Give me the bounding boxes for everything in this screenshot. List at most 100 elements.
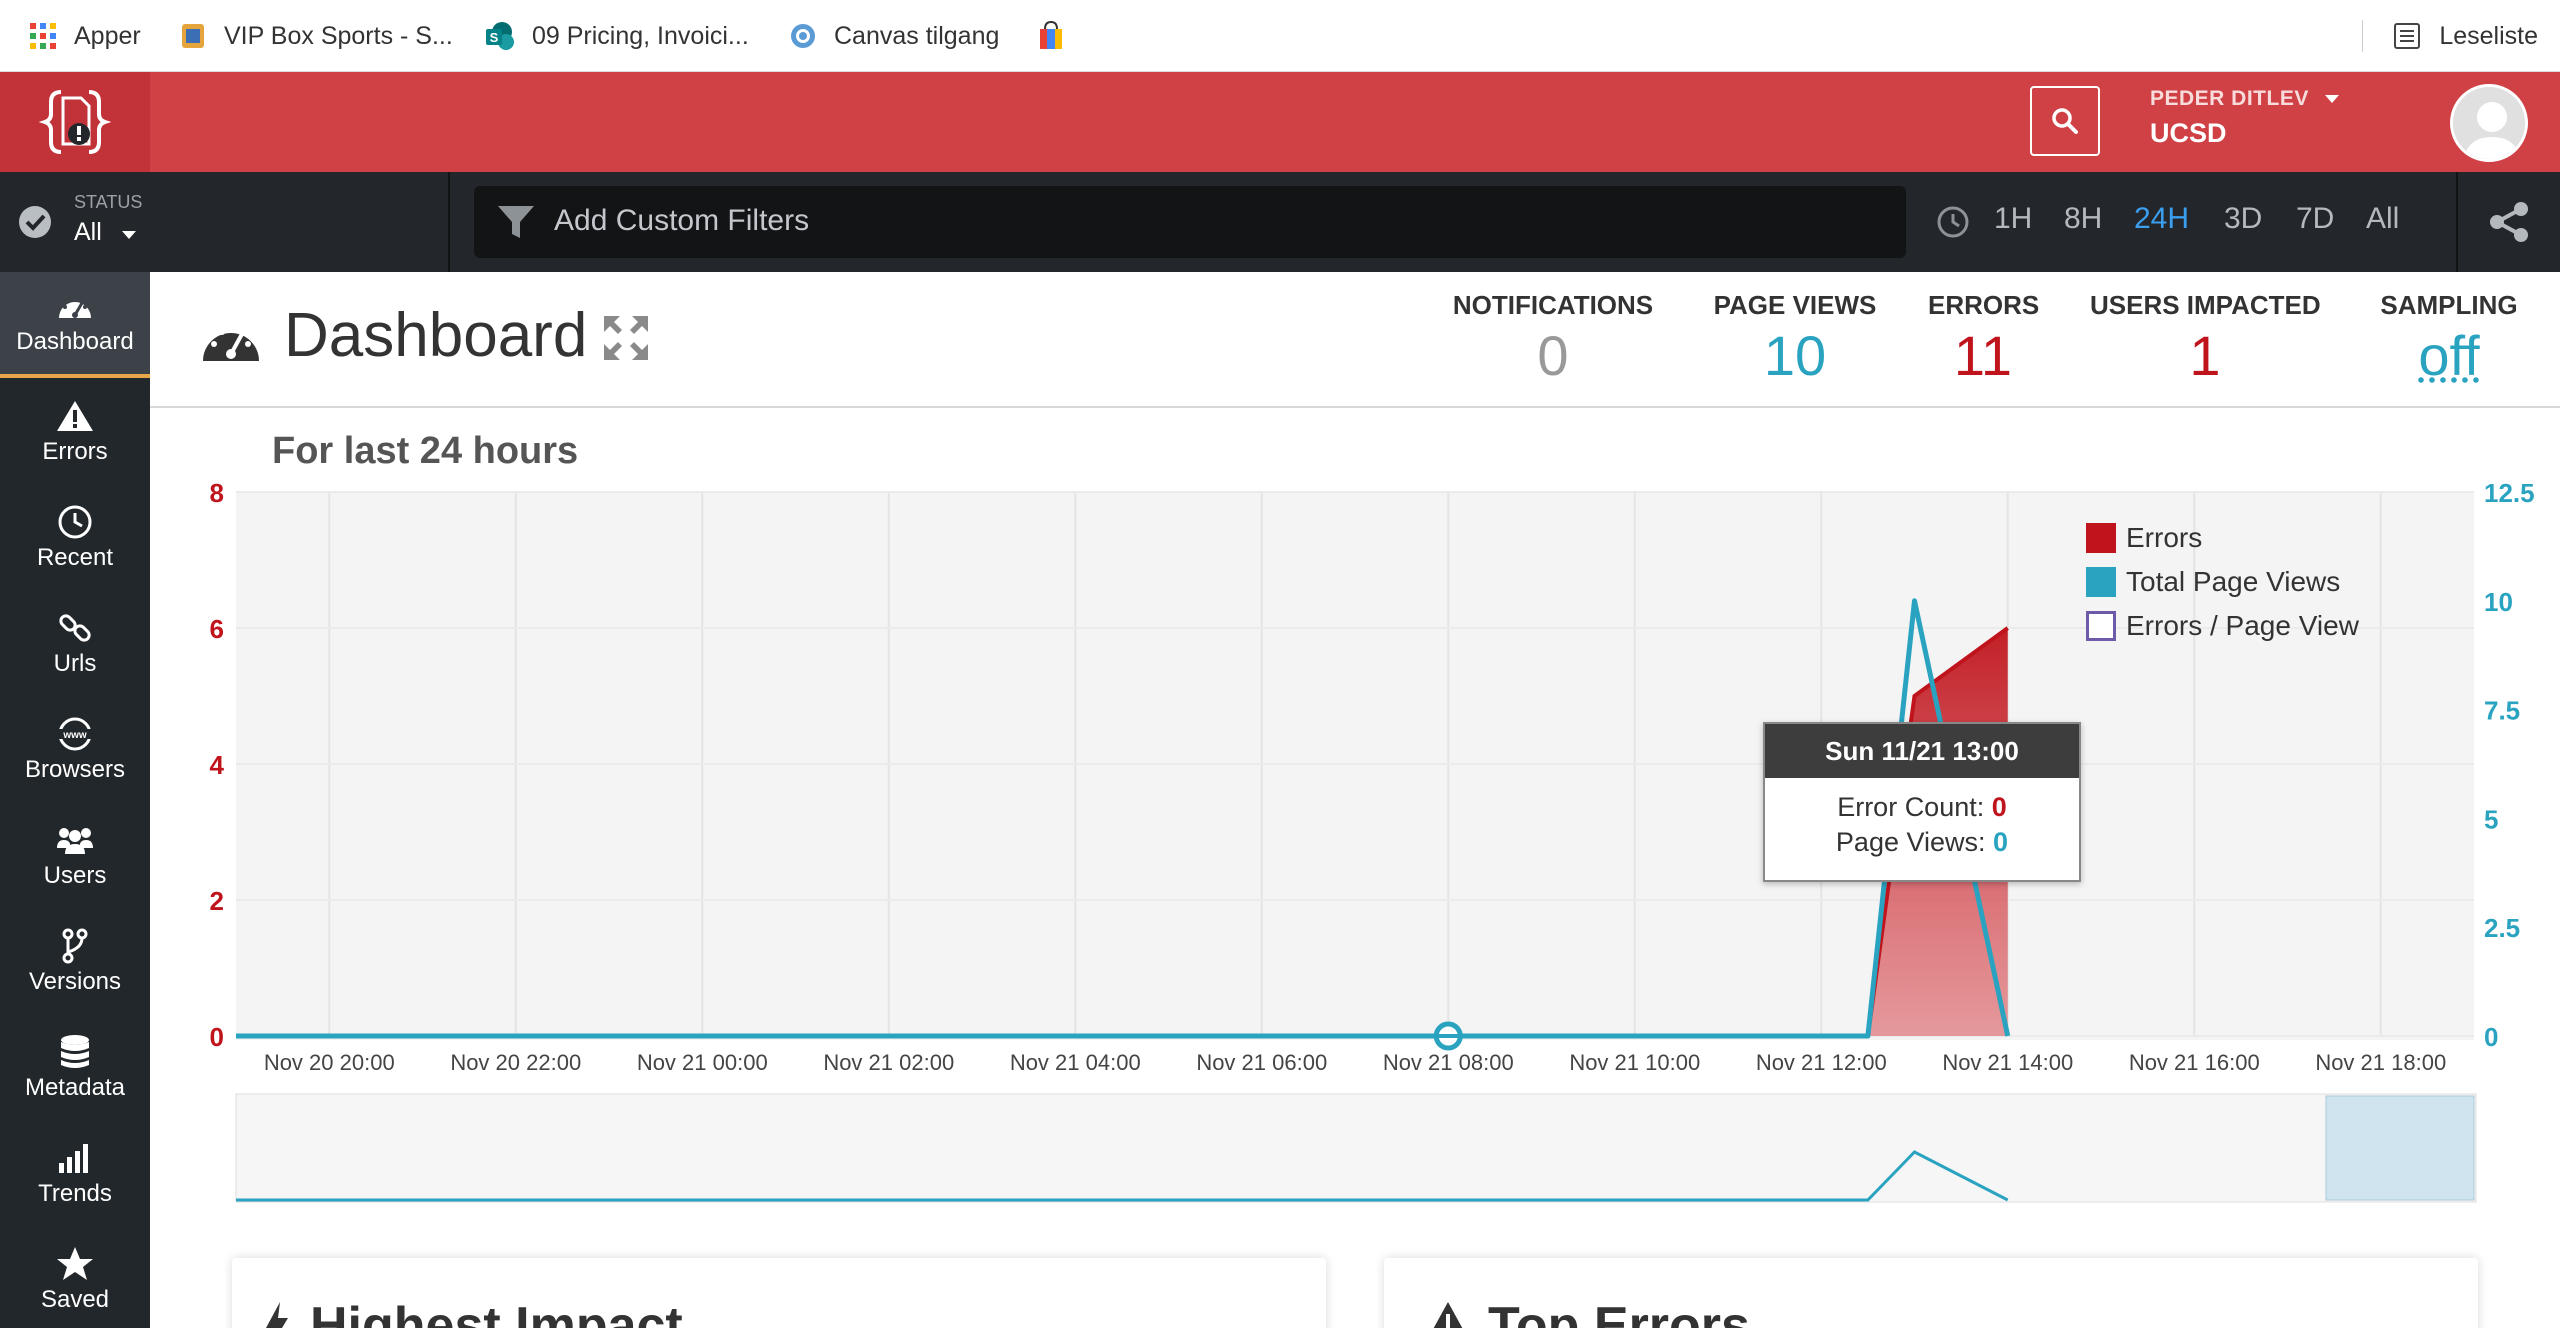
sidebar-item-errors[interactable]: Errors [0,382,150,488]
legend-label: Errors / Page View [2126,610,2359,641]
legend-item-ratio[interactable]: Errors / Page View [2086,604,2359,648]
bookmark-pricing[interactable]: S 09 Pricing, Invoici... [484,0,749,72]
check-circle-icon [19,206,51,238]
share-button[interactable] [2456,172,2560,272]
vipbox-icon [182,24,204,48]
avatar[interactable] [2450,84,2528,162]
stat-value: 10 [1763,324,1827,387]
stat-errors[interactable]: ERRORS 11 [1928,290,2039,388]
bookmark-apps[interactable]: Apper [28,0,141,72]
bookmark-shop[interactable] [1036,0,1066,72]
filter-bar: STATUS All Add Custom Filters 1H 8H 24H … [0,172,2560,272]
sidebar-item-label: Users [43,862,107,889]
stat-label: USERS IMPACTED [2090,290,2321,320]
dashboard-gauge-icon [203,325,259,361]
caret-down-icon [2325,95,2340,103]
status-value-text: All [74,218,102,246]
sidebar-item-label: Recent [36,544,114,571]
bar-chart-icon [59,1144,88,1173]
search-button[interactable] [2030,86,2100,156]
status-label: STATUS [74,192,143,212]
legend-swatch [2086,523,2116,553]
legend-label: Total Page Views [2126,566,2341,597]
bookmark-label: VIP Box Sports - S... [224,21,453,50]
sidebar-item-saved[interactable]: Saved [0,1230,150,1328]
sidebar-item-users[interactable]: Users [0,806,150,912]
bolt-icon [266,1302,288,1328]
range-24h[interactable]: 24H [2134,202,2189,236]
status-filter[interactable]: STATUS All [0,172,450,272]
legend-item-page-views[interactable]: Total Page Views [2086,560,2359,604]
sidebar-item-recent[interactable]: Recent [0,488,150,594]
panel-title: Highest Impact [310,1297,683,1328]
sidebar-item-browsers[interactable]: www Browsers [0,700,150,806]
legend-swatch [2086,567,2116,597]
sidebar-item-trends[interactable]: Trends [0,1124,150,1230]
tooltip-header: Sun 11/21 13:00 [1765,724,2079,778]
sidebar-item-label: Browsers [24,756,126,783]
stat-label: NOTIFICATIONS [1452,290,1654,320]
sidebar-item-dashboard[interactable]: Dashboard [0,272,150,378]
legend-swatch [2086,611,2116,641]
svg-text:www: www [62,730,87,741]
legend-item-errors[interactable]: Errors [2086,516,2359,560]
trackjs-logo-icon [39,90,111,154]
stat-value: 0 [1537,324,1569,387]
sidebar-item-versions[interactable]: Versions [0,912,150,1018]
tooltip-error-value: 0 [1991,792,2007,822]
warning-icon [57,401,93,431]
chart-title: For last 24 hours [272,430,579,472]
bookmarks-separator [2362,20,2363,52]
dashboard-header: Dashboard NOTIFICATIONS 0 PAGE VIEWS 10 … [150,272,2560,408]
custom-filter-input[interactable]: Add Custom Filters [474,186,1906,258]
range-7d[interactable]: 7D [2296,202,2334,236]
app-logo[interactable] [0,72,150,172]
range-3d[interactable]: 3D [2224,202,2262,236]
sidebar-item-urls[interactable]: Urls [0,594,150,700]
share-icon [2490,202,2528,242]
stat-users-impacted[interactable]: USERS IMPACTED 1 [2090,290,2321,388]
sidebar-item-label: Urls [53,650,97,677]
sidebar-item-label: Trends [38,1180,112,1207]
range-1h[interactable]: 1H [1994,202,2032,236]
tooltip-views-row: Page Views: 0 [1765,827,2079,858]
sidebar-item-label: Dashboard [16,328,134,355]
sidebar-item-label: Versions [28,968,122,995]
reading-list[interactable]: Leseliste [2393,0,2538,72]
stat-page-views[interactable]: PAGE VIEWS 10 [1710,290,1880,388]
link-icon [59,614,91,642]
user-menu[interactable]: PEDER DITLEV [2150,87,2341,111]
reading-list-icon [2394,23,2421,49]
organization-name: UCSD [2150,118,2227,148]
svg-text:S: S [490,30,499,45]
caret-down-icon [121,231,136,239]
tooltip-views-label: Page Views: [1835,827,1986,857]
star-icon [57,1247,93,1280]
stat-label: PAGE VIEWS [1713,290,1877,320]
bookmarks-bar: Apper VIP Box Sports - S... S 09 Pricing… [0,0,2560,72]
clock-icon [1937,206,1969,238]
status-value: All [74,218,137,247]
bookmark-label: Apper [74,21,141,50]
bookmark-canvas[interactable]: Canvas tilgang [788,0,999,72]
www-globe-icon: www [57,717,93,751]
stat-sampling[interactable]: SAMPLING off [2374,290,2524,388]
database-icon [61,1035,89,1068]
sharepoint-icon: S [486,22,514,50]
warning-icon [1433,1302,1463,1328]
filter-funnel-icon [498,206,534,238]
users-icon [57,828,93,854]
bookmark-vipbox[interactable]: VIP Box Sports - S... [178,0,453,72]
chart-tooltip: Sun 11/21 13:00 Error Count: 0 Page View… [1763,722,2081,882]
legend-label: Errors [2126,522,2203,553]
tooltip-error-row: Error Count: 0 [1765,792,2079,823]
sidebar-item-label: Saved [40,1286,110,1313]
clock-icon [58,505,92,539]
range-all[interactable]: All [2366,202,2399,236]
stat-value: 11 [1953,324,2013,387]
sidebar-item-metadata[interactable]: Metadata [0,1018,150,1124]
apps-grid-icon [30,23,56,49]
range-8h[interactable]: 8H [2064,202,2102,236]
expand-icon[interactable] [602,314,650,362]
stat-notifications[interactable]: NOTIFICATIONS 0 [1450,290,1656,388]
